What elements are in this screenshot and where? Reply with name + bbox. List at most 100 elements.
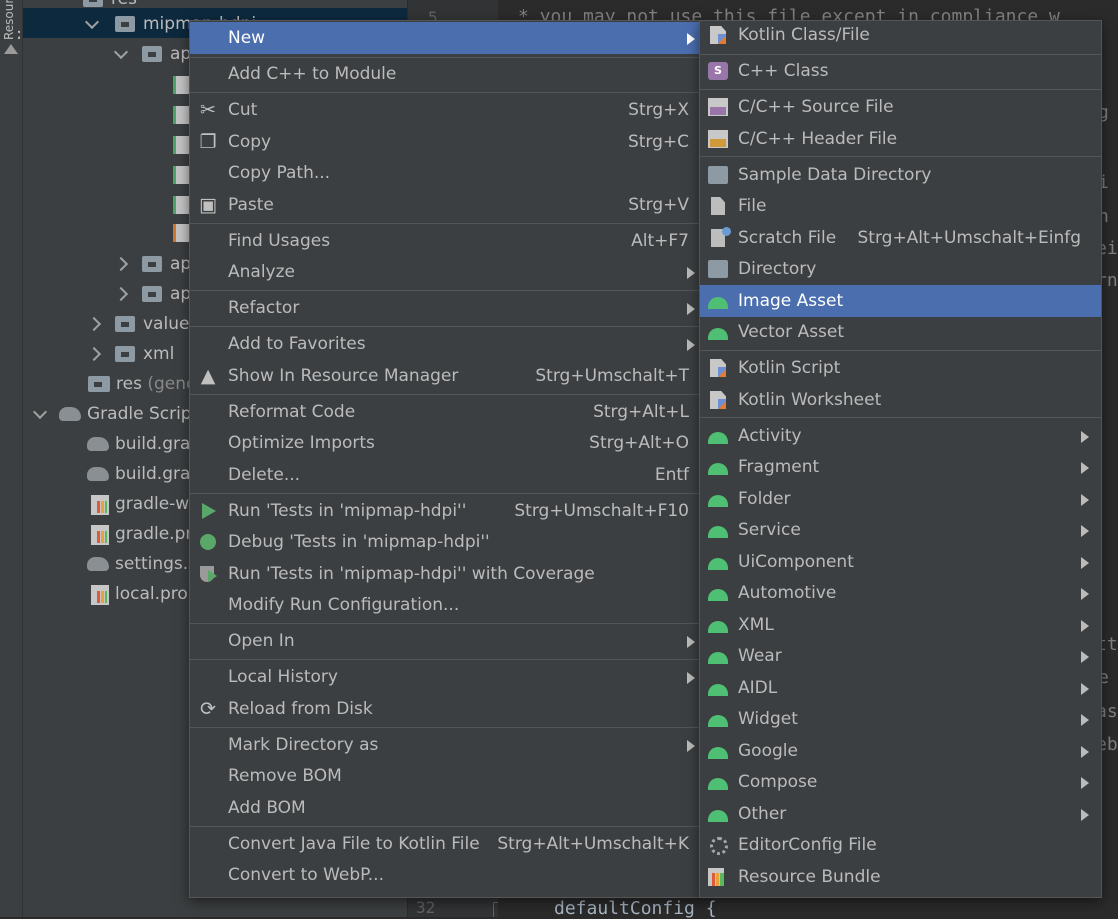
gear-icon [710, 837, 728, 855]
menu-separator [190, 727, 701, 728]
menu-item-open-in[interactable]: Open In [190, 625, 701, 657]
resource-manager-tab[interactable]: Resource Manager [2, 0, 20, 40]
menu-separator [190, 290, 701, 291]
menu-item-copy[interactable]: ❐ Copy Strg+C [190, 126, 701, 158]
submenu-item-other[interactable]: Other [700, 798, 1101, 830]
submenu-arrow-icon [1081, 777, 1089, 789]
tree-item-ap-1[interactable]: ap [113, 39, 191, 69]
submenu-item-widget[interactable]: Widget [700, 703, 1101, 735]
chevron-right-icon[interactable] [113, 286, 129, 302]
chevron-right-icon[interactable] [113, 256, 129, 272]
resource-manager-icon[interactable] [4, 44, 18, 54]
menu-item-convert-to-webp[interactable]: Convert to WebP... [190, 859, 701, 891]
menu-item-find-usages[interactable]: Find Usages Alt+F7 [190, 225, 701, 257]
submenu-item-fragment[interactable]: Fragment [700, 451, 1101, 483]
tree-item-res-generated[interactable]: res (gene [88, 369, 196, 399]
submenu-item-activity[interactable]: Activity [700, 420, 1101, 452]
folder-icon [83, 0, 103, 7]
submenu-item-cpp-class[interactable]: S C++ Class [700, 55, 1101, 87]
submenu-item-service[interactable]: Service [700, 514, 1101, 546]
submenu-item-directory[interactable]: Directory [700, 253, 1101, 285]
submenu-item-xml[interactable]: XML [700, 609, 1101, 641]
tree-item-ap-2[interactable]: ap [113, 249, 191, 279]
menu-item-analyze[interactable]: Analyze [190, 256, 701, 288]
menu-item-reformat-code[interactable]: Reformat Code Strg+Alt+L [190, 396, 701, 428]
tree-item-build-gradle-2[interactable]: build.grac [87, 459, 200, 489]
chevron-down-icon[interactable] [113, 44, 129, 60]
submenu-item-kotlin-class-file[interactable]: Kotlin Class/File [700, 19, 1101, 51]
chevron-down-icon[interactable] [32, 404, 48, 420]
submenu-item-vector-asset[interactable]: Vector Asset [700, 316, 1101, 348]
submenu-item-kotlin-script[interactable]: Kotlin Script [700, 352, 1101, 384]
tree-item-xml[interactable]: xml [86, 339, 174, 369]
chevron-right-icon[interactable] [86, 316, 102, 332]
submenu-item-automotive[interactable]: Automotive [700, 577, 1101, 609]
debug-icon [200, 534, 216, 550]
image-file-icon[interactable] [173, 196, 190, 214]
menu-item-mark-directory-as[interactable]: Mark Directory as [190, 729, 701, 761]
submenu-item-wear[interactable]: Wear [700, 640, 1101, 672]
tree-item-gradle-properties[interactable]: gradle.pro [91, 519, 202, 549]
menu-item-modify-run-configuration[interactable]: Modify Run Configuration... [190, 589, 701, 621]
submenu-item-compose[interactable]: Compose [700, 766, 1101, 798]
submenu-arrow-icon [687, 33, 695, 45]
menu-item-cut[interactable]: ✂ Cut Strg+X [190, 94, 701, 126]
menu-item-optimize-imports[interactable]: Optimize Imports Strg+Alt+O [190, 427, 701, 459]
menu-item-add-bom[interactable]: Add BOM [190, 792, 701, 824]
folder-icon [88, 376, 110, 392]
tree-item-values[interactable]: values [86, 309, 198, 339]
tree-item-build-gradle-1[interactable]: build.grac [87, 429, 200, 459]
run-icon [202, 503, 216, 519]
image-file-icon[interactable] [173, 136, 190, 154]
context-menu: New Add C++ to Module ✂ Cut Strg+X ❐ Cop… [189, 20, 702, 898]
menu-item-copy-path[interactable]: Copy Path... [190, 157, 701, 189]
menu-item-local-history[interactable]: Local History [190, 661, 701, 693]
menu-item-convert-java-to-kotlin[interactable]: Convert Java File to Kotlin File Strg+Al… [190, 828, 701, 860]
menu-item-debug-tests[interactable]: Debug 'Tests in 'mipmap-hdpi'' [190, 526, 701, 558]
submenu-item-aidl[interactable]: AIDL [700, 672, 1101, 704]
tree-item-gradle-wrapper[interactable]: gradle-wr [91, 489, 196, 519]
xml-file-icon[interactable] [173, 224, 190, 242]
submenu-item-image-asset[interactable]: Image Asset [700, 285, 1101, 317]
menu-item-run-tests[interactable]: Run 'Tests in 'mipmap-hdpi'' Strg+Umscha… [190, 495, 701, 527]
chevron-right-icon[interactable] [86, 346, 102, 362]
image-file-icon[interactable] [173, 106, 190, 124]
submenu-item-scratch-file[interactable]: Scratch File Strg+Alt+Umschalt+Einfg [700, 222, 1101, 254]
menu-item-remove-bom[interactable]: Remove BOM [190, 760, 701, 792]
submenu-item-sample-data-directory[interactable]: Sample Data Directory [700, 159, 1101, 191]
android-icon [708, 589, 728, 601]
android-icon [708, 778, 728, 790]
submenu-item-google[interactable]: Google [700, 735, 1101, 767]
folder-icon [708, 260, 728, 278]
menu-item-add-to-favorites[interactable]: Add to Favorites [190, 328, 701, 360]
tree-item-settings-gradle[interactable]: settings.g [87, 549, 199, 579]
image-file-icon[interactable] [173, 166, 190, 184]
submenu-item-cpp-header-file[interactable]: C/C++ Header File [700, 123, 1101, 155]
submenu-item-cpp-source-file[interactable]: C/C++ Source File [700, 91, 1101, 123]
submenu-item-file[interactable]: File [700, 190, 1101, 222]
menu-item-add-cpp-to-module[interactable]: Add C++ to Module [190, 58, 701, 90]
android-icon [708, 558, 728, 570]
menu-item-paste[interactable]: ▣ Paste Strg+V [190, 189, 701, 221]
menu-item-reload-from-disk[interactable]: ⟳ Reload from Disk [190, 693, 701, 725]
android-icon [708, 297, 728, 309]
submenu-item-editorconfig-file[interactable]: EditorConfig File [700, 829, 1101, 861]
menu-item-delete[interactable]: Delete... Entf [190, 459, 701, 491]
menu-item-refactor[interactable]: Refactor [190, 292, 701, 324]
image-file-icon[interactable] [173, 76, 190, 94]
submenu-item-resource-bundle[interactable]: Resource Bundle [700, 861, 1101, 893]
submenu-item-folder[interactable]: Folder [700, 483, 1101, 515]
menu-item-show-in-resource-manager[interactable]: ▲ Show In Resource Manager Strg+Umschalt… [190, 360, 701, 392]
folder-icon [142, 256, 162, 272]
submenu-arrow-icon [1081, 494, 1089, 506]
menu-item-run-with-coverage[interactable]: Run 'Tests in 'mipmap-hdpi'' with Covera… [190, 558, 701, 590]
submenu-item-uicomponent[interactable]: UiComponent [700, 546, 1101, 578]
tree-item-local-properties[interactable]: local.prop [91, 579, 199, 609]
menu-item-new[interactable]: New [190, 22, 701, 54]
android-icon [708, 526, 728, 538]
tree-item-ap-3[interactable]: ap [113, 279, 191, 309]
submenu-item-kotlin-worksheet[interactable]: Kotlin Worksheet [700, 384, 1101, 416]
tree-item-gradle-scripts[interactable]: Gradle Script [32, 399, 198, 429]
android-icon [708, 621, 728, 633]
kotlin-script-icon [710, 359, 726, 377]
